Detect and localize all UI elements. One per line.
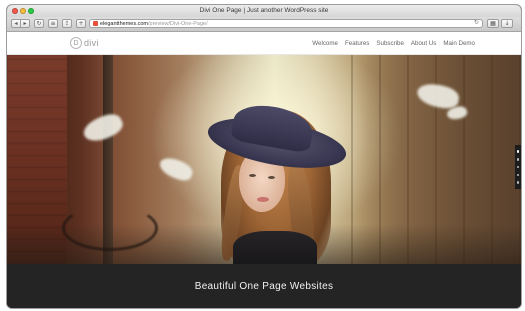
slider-dot-navigation: [515, 145, 521, 189]
forward-button[interactable]: ▸: [20, 19, 30, 28]
slider-dot[interactable]: [516, 150, 520, 153]
reload-icon: ↻: [36, 19, 42, 27]
site-logo[interactable]: D divi: [70, 36, 99, 50]
slider-dot[interactable]: [516, 158, 520, 161]
right-eye: [268, 176, 275, 179]
browser-window: Divi One Page | Just another WordPress s…: [7, 5, 521, 308]
caption-band: Beautiful One Page Websites: [7, 264, 521, 308]
nav-item-features[interactable]: Features: [345, 40, 369, 47]
window-title: Divi One Page | Just another WordPress s…: [199, 7, 329, 14]
lips: [257, 197, 269, 202]
left-eye: [249, 174, 256, 177]
reader-icon: ≡: [50, 19, 56, 27]
downloads-button[interactable]: ↓: [501, 19, 513, 28]
url-domain: elegantthemes.com: [100, 20, 148, 27]
bicycle-silhouette: [62, 205, 158, 251]
logo-text: divi: [84, 38, 99, 48]
forward-arrow-icon: ▸: [23, 19, 27, 27]
slider-dot[interactable]: [516, 173, 520, 176]
logo-mark-icon: D: [70, 37, 82, 49]
url-path: /preview/Divi-One-Page/: [148, 20, 208, 27]
site-favicon-icon: [93, 21, 98, 26]
slider-dot[interactable]: [516, 181, 520, 184]
nav-item-welcome[interactable]: Welcome: [312, 40, 338, 47]
woman-coat: [233, 231, 317, 264]
main-navigation: Welcome Features Subscribe About Us Main…: [312, 40, 475, 47]
nav-item-about-us[interactable]: About Us: [411, 40, 436, 47]
reload-button[interactable]: ↻: [34, 19, 44, 28]
plus-icon: +: [78, 19, 84, 27]
share-icon: ⇪: [64, 19, 70, 27]
address-reload-icon[interactable]: ↻: [474, 20, 479, 27]
dove-lower-left: [156, 154, 196, 184]
add-bookmark-button[interactable]: +: [76, 19, 86, 28]
title-bar: Divi One Page | Just another WordPress s…: [7, 5, 521, 17]
nav-item-main-demo[interactable]: Main Demo: [443, 40, 475, 47]
reader-button[interactable]: ≡: [48, 19, 58, 28]
top-sites-button[interactable]: ▦: [487, 19, 499, 28]
slider-dot[interactable]: [516, 165, 520, 169]
browser-toolbar: ◂ ▸ ↻ ≡ ⇪ + elegantthemes.com /preview/D…: [7, 17, 521, 32]
grid-icon: ▦: [490, 19, 496, 27]
site-header: D divi Welcome Features Subscribe About …: [7, 32, 521, 55]
address-bar[interactable]: elegantthemes.com /preview/Divi-One-Page…: [89, 19, 483, 28]
hero-caption: Beautiful One Page Websites: [194, 281, 334, 292]
download-icon: ↓: [504, 19, 510, 27]
nav-item-subscribe[interactable]: Subscribe: [376, 40, 404, 47]
back-arrow-icon: ◂: [14, 19, 18, 27]
share-button[interactable]: ⇪: [62, 19, 72, 28]
hero-image: [7, 55, 521, 264]
